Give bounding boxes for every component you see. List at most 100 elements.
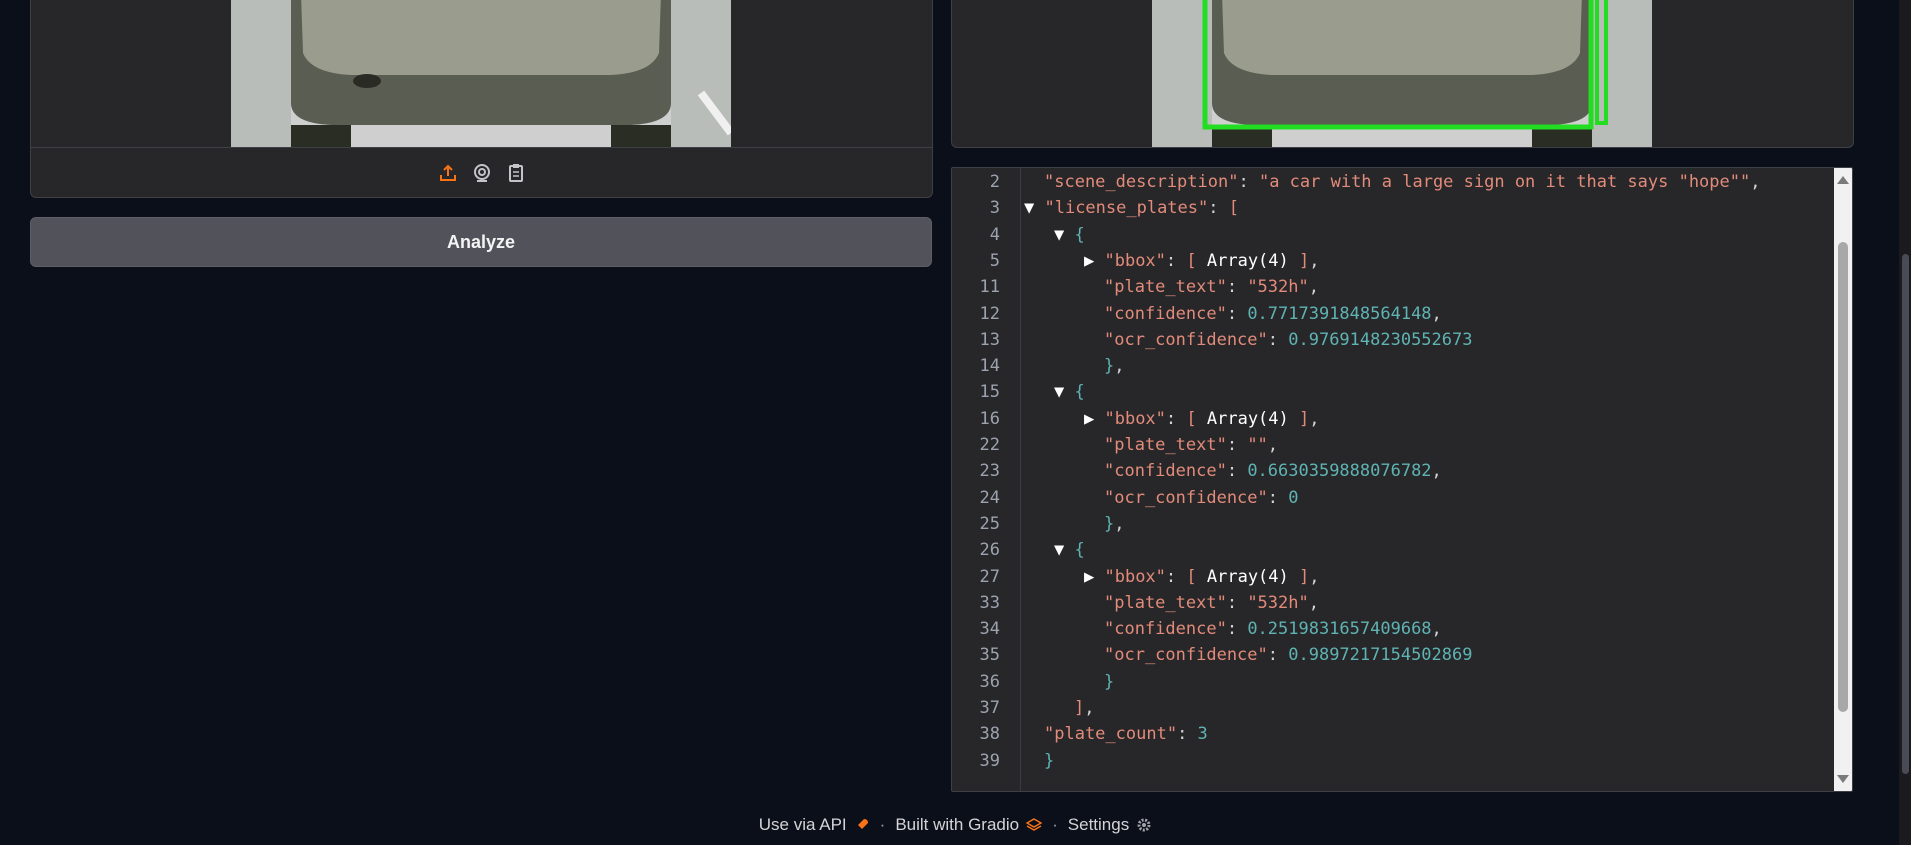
line-number: 26 <box>979 540 1000 561</box>
json-line: 5 ▶ "bbox": [ Array(4) ], <box>952 248 1834 274</box>
gradio-logo-icon <box>1026 818 1043 831</box>
line-number: 15 <box>979 382 1000 403</box>
json-number-value: 0.9897217154502869 <box>1288 645 1473 666</box>
clipboard-icon[interactable] <box>506 163 526 183</box>
analyze-button[interactable]: Analyze <box>30 217 932 267</box>
json-line: 11 "plate_text": "532h", <box>952 274 1834 300</box>
json-bracket: { <box>1074 382 1085 403</box>
json-line: 38 "plate_count": 3 <box>952 721 1834 747</box>
collapse-triangle-icon[interactable]: ▼ <box>1054 225 1074 245</box>
json-scrollbar-thumb[interactable] <box>1838 242 1848 712</box>
json-number-value: 0.6630359888076782 <box>1247 461 1432 482</box>
line-number: 38 <box>979 724 1000 745</box>
json-number-value: 0.9769148230552673 <box>1288 329 1473 350</box>
json-key: "scene_description" <box>1044 172 1239 192</box>
input-image-panel <box>30 0 933 198</box>
json-key: "ocr_confidence" <box>1104 329 1268 350</box>
line-number: 4 <box>989 224 1000 245</box>
line-number: 35 <box>979 645 1000 666</box>
settings-link[interactable]: Settings <box>1068 815 1152 835</box>
json-line-text: "confidence": 0.7717391848564148, <box>1104 303 1442 324</box>
collapse-triangle-icon[interactable]: ▼ <box>1054 540 1074 560</box>
json-number-value: 0 <box>1288 487 1299 508</box>
json-line: 34 "confidence": 0.2519831657409668, <box>952 616 1834 642</box>
json-line-text: "ocr_confidence": 0 <box>1104 487 1299 508</box>
json-string-value: "532h" <box>1247 592 1309 613</box>
json-line: 23 "confidence": 0.6630359888076782, <box>952 458 1834 484</box>
json-line-text: ▼ "license_plates": [ <box>1024 198 1239 219</box>
line-number: 27 <box>979 566 1000 587</box>
line-number: 12 <box>979 303 1000 324</box>
json-key: "confidence" <box>1104 619 1227 640</box>
page-scrollbar-thumb[interactable] <box>1902 254 1909 774</box>
line-number: 23 <box>979 461 1000 482</box>
json-code-area: 2 "scene_description": "a car with a larg… <box>952 168 1834 791</box>
expand-triangle-icon[interactable]: ▶ <box>1084 409 1104 429</box>
json-line-text: "plate_count": 3 <box>1044 724 1208 745</box>
json-string-value: "a car with a large sign on it that says… <box>1258 172 1751 192</box>
json-line-text: } <box>1104 669 1114 695</box>
json-key: "license_plates" <box>1044 198 1209 219</box>
json-key: "ocr_confidence" <box>1104 487 1268 508</box>
json-key: "plate_text" <box>1104 277 1227 298</box>
json-number-value: 0.7717391848564148 <box>1247 303 1432 324</box>
json-bracket: [ <box>1228 198 1239 219</box>
rocket-icon <box>856 819 868 830</box>
line-number: 5 <box>989 250 1000 271</box>
collapse-triangle-icon[interactable]: ▼ <box>1054 382 1074 402</box>
json-line-text: }, <box>1104 356 1125 377</box>
line-number: 13 <box>979 329 1000 350</box>
json-line-text: } <box>1044 748 1054 774</box>
settings-label: Settings <box>1067 815 1130 834</box>
json-string-value: "532h" <box>1247 277 1309 298</box>
json-line-text: ▶ "bbox": [ Array(4) ], <box>1084 566 1320 587</box>
collapsed-array-label[interactable]: Array(4) <box>1207 409 1289 429</box>
json-line: 2 "scene_description": "a car with a larg… <box>952 169 1834 195</box>
json-output-viewer: 2 "scene_description": "a car with a larg… <box>951 167 1853 792</box>
collapse-triangle-icon[interactable]: ▼ <box>1024 198 1044 218</box>
json-line-text: }, <box>1104 513 1125 534</box>
json-key: "bbox" <box>1104 566 1166 587</box>
input-image <box>231 0 731 147</box>
built-with-gradio-link[interactable]: Built with Gradio <box>895 815 1043 835</box>
json-scrollbar[interactable] <box>1834 168 1852 791</box>
json-line: 35 "ocr_confidence": 0.9897217154502869 <box>952 642 1834 668</box>
json-line: 12 "confidence": 0.7717391848564148, <box>952 301 1834 327</box>
footer-separator: · <box>1052 815 1058 834</box>
expand-triangle-icon[interactable]: ▶ <box>1084 251 1104 271</box>
json-line-text: "ocr_confidence": 0.9897217154502869 <box>1104 645 1473 666</box>
scroll-down-arrow-icon[interactable] <box>1837 775 1849 783</box>
line-number: 39 <box>979 750 1000 771</box>
json-line-text: "ocr_confidence": 0.9769148230552673 <box>1104 329 1473 350</box>
line-number: 2 <box>989 172 1000 192</box>
json-key: "confidence" <box>1104 461 1227 482</box>
line-number: 33 <box>979 592 1000 613</box>
output-image-panel <box>951 0 1854 148</box>
json-key: "bbox" <box>1104 408 1166 429</box>
webcam-icon[interactable] <box>472 163 492 183</box>
page-scrollbar[interactable] <box>1899 0 1911 845</box>
json-line: 15 ▼ { <box>952 379 1834 405</box>
json-bracket: { <box>1074 540 1085 561</box>
json-line-text: "confidence": 0.2519831657409668, <box>1104 619 1442 640</box>
line-number: 25 <box>979 513 1000 534</box>
gear-icon <box>1137 818 1151 832</box>
json-line-text: ▶ "bbox": [ Array(4) ], <box>1084 408 1320 429</box>
json-line-text: "plate_text": "532h", <box>1104 592 1319 613</box>
use-via-api-link[interactable]: Use via API <box>759 815 870 835</box>
expand-triangle-icon[interactable]: ▶ <box>1084 567 1104 587</box>
json-number-value: 3 <box>1197 724 1208 745</box>
json-bracket: } <box>1104 671 1115 692</box>
json-line: 4 ▼ { <box>952 222 1834 248</box>
json-bracket: } <box>1104 513 1115 534</box>
collapsed-array-label[interactable]: Array(4) <box>1207 567 1289 587</box>
upload-icon[interactable] <box>438 163 458 183</box>
json-line-text: ▼ { <box>1054 222 1085 248</box>
json-line: 24 "ocr_confidence": 0 <box>952 485 1834 511</box>
json-line-text: "plate_text": "532h", <box>1104 277 1319 298</box>
scroll-up-arrow-icon[interactable] <box>1837 176 1849 184</box>
json-line: 14}, <box>952 353 1834 379</box>
json-line: 16 ▶ "bbox": [ Array(4) ], <box>952 406 1834 432</box>
line-number: 16 <box>979 408 1000 429</box>
collapsed-array-label[interactable]: Array(4) <box>1207 251 1289 271</box>
